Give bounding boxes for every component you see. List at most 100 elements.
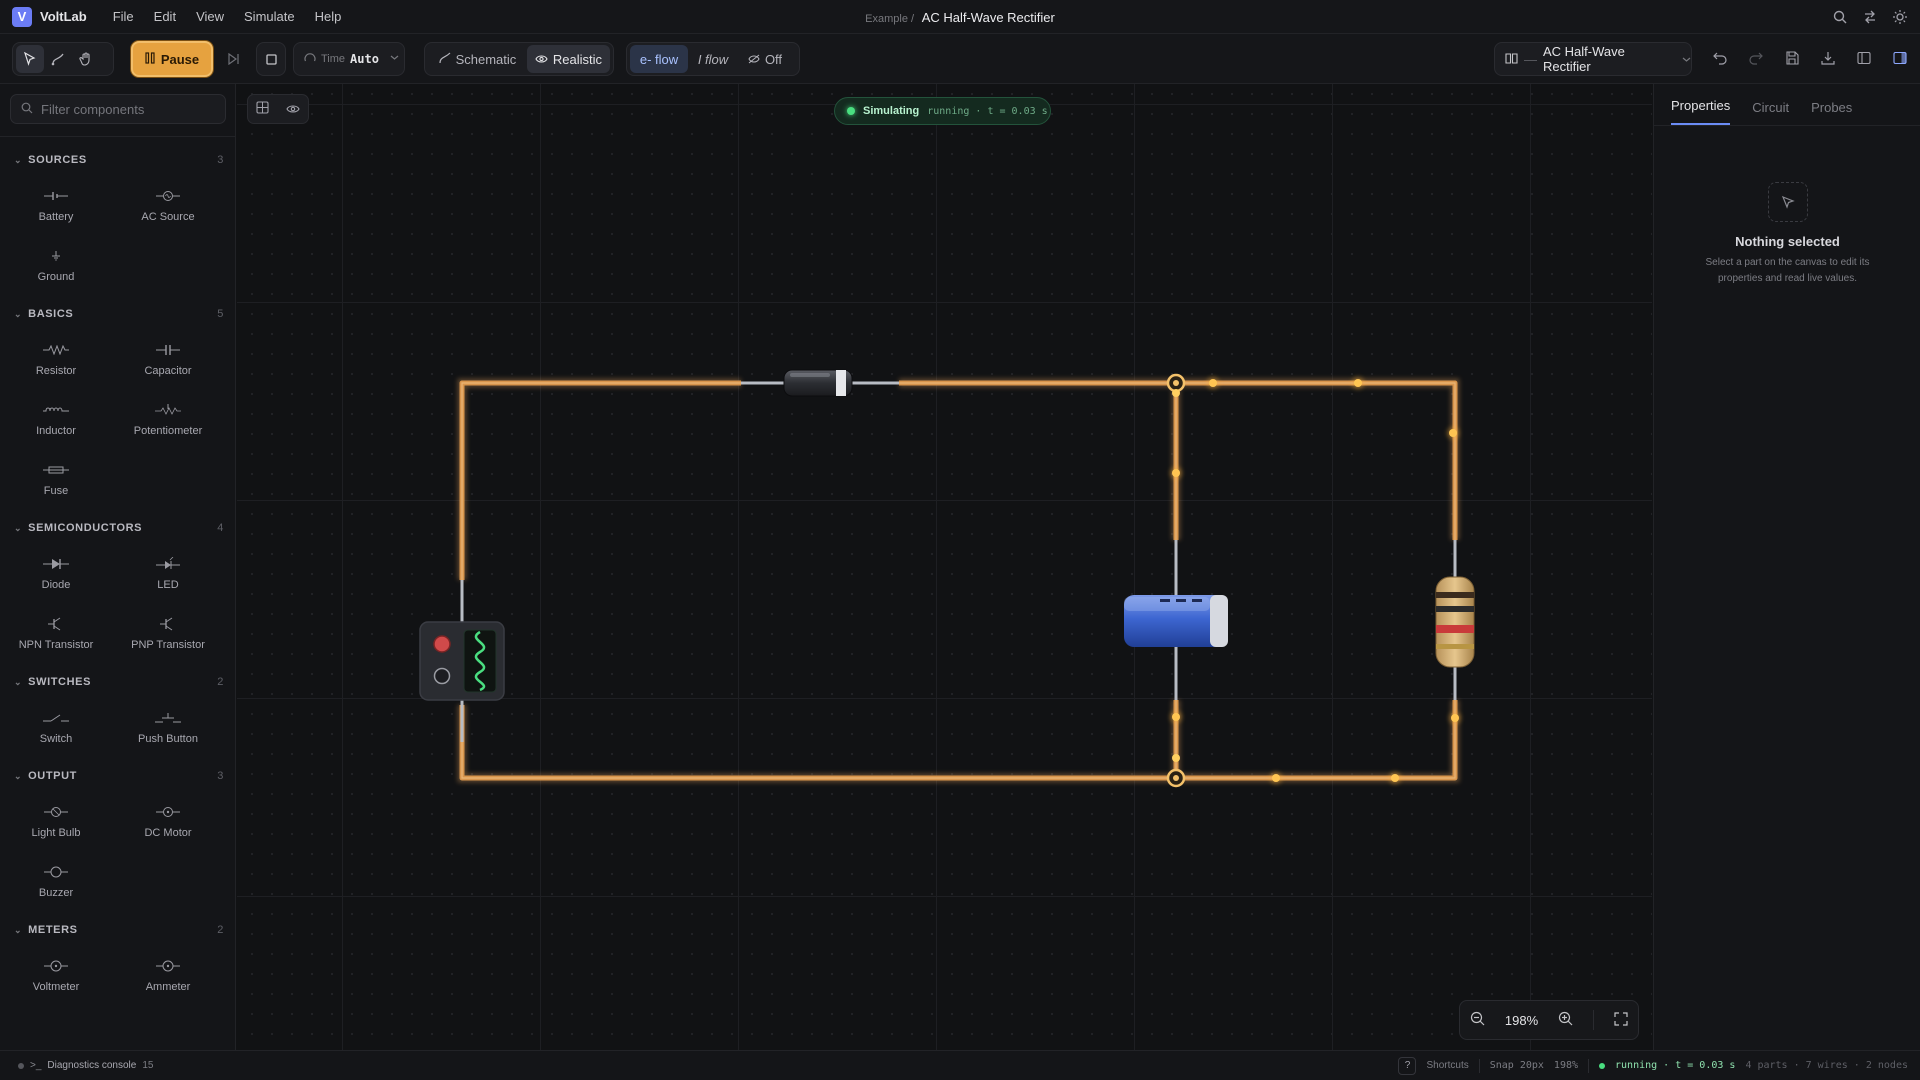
component-ground[interactable]: Ground	[0, 236, 112, 296]
component-push-button[interactable]: Push Button	[112, 698, 224, 758]
component-diode[interactable]: Diode	[0, 544, 112, 604]
electron-flow-button[interactable]: e- flow	[630, 45, 688, 73]
component-label: DC Motor	[144, 827, 192, 839]
inspector-tabs: Properties Circuit Probes	[1654, 84, 1920, 126]
push-button-icon	[155, 711, 181, 725]
running-dot	[1599, 1062, 1606, 1069]
time-label: Time	[321, 53, 346, 65]
wires[interactable]	[459, 380, 1458, 781]
shortcuts-label[interactable]: Shortcuts	[1426, 1060, 1468, 1071]
gauge-icon	[304, 52, 316, 67]
zoom-in-icon[interactable]	[1558, 1011, 1573, 1029]
battery-icon	[44, 189, 68, 203]
filter-components-field[interactable]	[10, 94, 226, 124]
section-count: 3	[217, 770, 224, 782]
led-icon	[156, 557, 180, 571]
fit-to-screen-icon[interactable]	[1614, 1011, 1628, 1029]
tab-circuit[interactable]: Circuit	[1752, 100, 1789, 125]
section-header[interactable]: ⌄ SOURCES 3	[0, 150, 235, 170]
select-tool-button[interactable]	[16, 45, 44, 73]
section-header[interactable]: ⌄ METERS 2	[0, 920, 235, 940]
theme-sun-icon[interactable]	[1892, 9, 1908, 25]
dc-motor-icon	[156, 805, 180, 819]
download-icon[interactable]	[1820, 50, 1836, 66]
filter-components-input[interactable]	[41, 101, 211, 117]
undo-icon[interactable]	[1712, 50, 1728, 66]
section-title: SWITCHES	[28, 676, 92, 688]
pause-button[interactable]: Pause	[131, 41, 213, 77]
section-header[interactable]: ⌄ SEMICONDUCTORS 4	[0, 518, 235, 538]
stop-button[interactable]	[256, 42, 286, 76]
section-meters: ⌄ METERS 2 Voltmeter Ammeter	[0, 920, 235, 1006]
section-header[interactable]: ⌄ BASICS 5	[0, 304, 235, 324]
menu-file[interactable]: File	[113, 9, 134, 24]
schematic-view-button[interactable]: Schematic	[428, 45, 527, 73]
component-ac-source[interactable]: AC Source	[112, 176, 224, 236]
time-mode-select[interactable]: Time Auto	[293, 42, 405, 76]
section-header[interactable]: ⌄ OUTPUT 3	[0, 766, 235, 786]
flow-off-button[interactable]: Off	[738, 45, 792, 73]
step-forward-icon[interactable]	[224, 49, 244, 69]
capacitor-component[interactable]	[1124, 595, 1228, 647]
divider	[1588, 1058, 1590, 1073]
component-npn-transistor[interactable]: NPN Transistor	[0, 604, 112, 664]
component-inductor[interactable]: Inductor	[0, 390, 112, 450]
menu-edit[interactable]: Edit	[154, 9, 176, 24]
component-battery[interactable]: Battery	[0, 176, 112, 236]
component-capacitor[interactable]: Capacitor	[112, 330, 224, 390]
section-title: BASICS	[28, 308, 74, 320]
menu-simulate[interactable]: Simulate	[244, 9, 295, 24]
empty-selection-state: Nothing selected Select a part on the ca…	[1654, 182, 1920, 287]
circuit-select[interactable]: — AC Half-Wave Rectifier	[1494, 42, 1692, 76]
circuit-diagram	[419, 369, 1475, 788]
section-semiconductors: ⌄ SEMICONDUCTORS 4 Diode LED NPN Transistor PN…	[0, 518, 235, 664]
zoom-out-icon[interactable]	[1470, 1011, 1485, 1029]
save-icon[interactable]	[1784, 50, 1800, 66]
diode-component[interactable]	[783, 369, 853, 397]
shortcuts-key-icon[interactable]: ?	[1398, 1056, 1417, 1075]
toggle-right-panel-icon[interactable]	[1892, 50, 1908, 66]
resistor-component[interactable]	[1435, 576, 1475, 668]
tab-properties[interactable]: Properties	[1671, 98, 1731, 125]
inductor-icon	[43, 403, 69, 417]
wire-tool-button[interactable]	[44, 45, 72, 73]
component-pnp-transistor[interactable]: PNP Transistor	[112, 604, 224, 664]
search-icon[interactable]	[1832, 9, 1848, 25]
toolbar: Pause Time Auto Schematic Realistic e- f…	[0, 34, 1920, 84]
component-switch[interactable]: Switch	[0, 698, 112, 758]
component-label: Fuse	[43, 485, 69, 497]
diagnostics-console-toggle[interactable]: >_ Diagnostics console 15	[18, 1060, 153, 1071]
section-header[interactable]: ⌄ SWITCHES 2	[0, 672, 235, 692]
menu-view[interactable]: View	[196, 9, 224, 24]
section-count: 2	[217, 924, 224, 936]
component-label: Inductor	[36, 425, 76, 437]
swap-icon[interactable]	[1862, 9, 1878, 25]
empty-title: Nothing selected	[1735, 234, 1840, 249]
component-light-bulb[interactable]: Light Bulb	[0, 792, 112, 852]
component-led[interactable]: LED	[112, 544, 224, 604]
component-voltmeter[interactable]: Voltmeter	[0, 946, 112, 1006]
realistic-view-button[interactable]: Realistic	[526, 45, 610, 73]
menu-help[interactable]: Help	[315, 9, 342, 24]
component-label: Light Bulb	[31, 827, 81, 839]
ac-source-component[interactable]	[419, 621, 505, 701]
component-resistor[interactable]: Resistor	[0, 330, 112, 390]
tab-probes[interactable]: Probes	[1811, 100, 1852, 125]
component-ammeter[interactable]: Ammeter	[112, 946, 224, 1006]
pan-hand-tool-button[interactable]	[72, 45, 100, 73]
current-flow-button[interactable]: I flow	[688, 45, 738, 73]
ammeter-icon	[156, 959, 180, 973]
chevron-down-icon: ⌄	[14, 770, 23, 781]
component-fuse[interactable]: Fuse	[0, 450, 112, 510]
component-buzzer[interactable]: Buzzer	[0, 852, 112, 912]
diagnostics-label: Diagnostics console	[47, 1060, 137, 1071]
toggle-left-panel-icon[interactable]	[1856, 50, 1872, 66]
component-dc-motor[interactable]: DC Motor	[112, 792, 224, 852]
component-label: Diode	[41, 579, 71, 591]
divider	[0, 136, 235, 137]
separator-dash: —	[1524, 51, 1537, 67]
component-potentiometer[interactable]: Potentiometer	[112, 390, 224, 450]
circuit-canvas[interactable]: Simulating running · t = 0.03 s 198%	[237, 84, 1652, 1050]
section-switches: ⌄ SWITCHES 2 Switch Push Button	[0, 672, 235, 758]
redo-icon[interactable]	[1748, 50, 1764, 66]
